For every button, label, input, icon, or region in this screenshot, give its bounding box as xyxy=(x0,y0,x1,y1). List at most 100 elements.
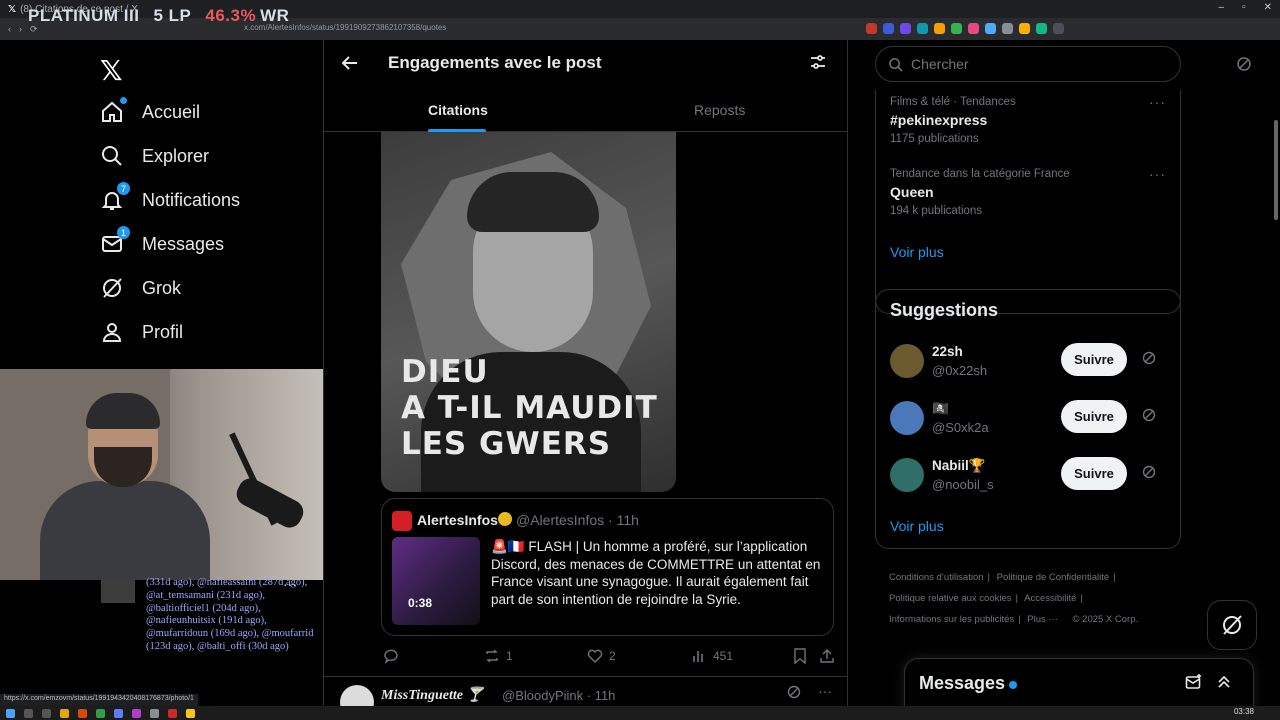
suggestion-row[interactable]: 🏴‍☠️ @S0xk2a Suivre xyxy=(890,399,1170,439)
extension-icon[interactable] xyxy=(883,23,894,34)
block-icon[interactable] xyxy=(1142,408,1156,427)
reply-button[interactable] xyxy=(383,648,399,664)
taskbar-app-icon[interactable] xyxy=(96,708,105,718)
taskbar-app-icon[interactable] xyxy=(132,708,141,718)
taskbar-app-icon[interactable] xyxy=(42,708,51,718)
nav-item-home[interactable]: Accueil xyxy=(100,97,200,124)
like-button[interactable]: 2 xyxy=(587,648,616,664)
more-options-icon[interactable]: ··· xyxy=(818,683,832,699)
trend-title[interactable]: #pekinexpress xyxy=(890,112,1016,128)
embedded-video-thumbnail[interactable]: 0:38 xyxy=(392,537,480,625)
minimize-icon[interactable]: – xyxy=(1219,2,1225,13)
messages-drawer-title[interactable]: Messages xyxy=(919,673,1005,694)
heart-icon xyxy=(587,649,603,663)
taskbar-app-icon[interactable] xyxy=(150,708,159,718)
search-box[interactable] xyxy=(875,46,1181,82)
tab-reposts[interactable]: Reposts xyxy=(694,102,745,118)
views-button[interactable]: 451 xyxy=(691,648,733,664)
embedded-author-name[interactable]: AlertesInfos xyxy=(417,512,498,528)
windows-start-icon[interactable] xyxy=(6,708,15,718)
footer-link[interactable]: Accessibilité xyxy=(1024,593,1076,604)
follow-button[interactable]: Suivre xyxy=(1061,400,1127,433)
grok-button[interactable] xyxy=(1207,600,1257,650)
status-url: https://x.com/emzovm/status/199194342040… xyxy=(0,694,198,706)
rank-tier: PLATINUM III xyxy=(28,6,140,25)
alertesinfos-avatar[interactable] xyxy=(392,511,412,531)
footer-link[interactable]: Conditions d’utilisation xyxy=(889,572,984,583)
extension-icon[interactable] xyxy=(1019,23,1030,34)
avatar[interactable] xyxy=(890,401,924,435)
quote-post-image[interactable]: DIEU A T-IL MAUDIT LES GWERS xyxy=(381,132,676,492)
taskbar-app-icon[interactable] xyxy=(78,708,87,718)
rank-lp: 5 LP xyxy=(153,6,192,25)
suggestion-name[interactable]: Nabiil🏆 xyxy=(932,458,986,474)
new-message-icon[interactable] xyxy=(1185,673,1203,696)
follow-button[interactable]: Suivre xyxy=(1061,343,1127,376)
post-author-handle: @BloodyPiink · 11h xyxy=(502,688,616,703)
extension-icon[interactable] xyxy=(917,23,928,34)
follow-button[interactable]: Suivre xyxy=(1061,457,1127,490)
nav-item-profile[interactable]: Profil xyxy=(100,320,183,344)
nav-label: Profil xyxy=(142,321,184,342)
forward-nav-icon[interactable]: › xyxy=(19,24,22,34)
back-arrow-icon[interactable] xyxy=(340,53,360,79)
search-icon[interactable] xyxy=(24,708,33,718)
post-author-name[interactable]: MissTinguette 🍸 xyxy=(381,687,484,704)
x-logo-icon[interactable]: 𝕏 xyxy=(100,54,123,87)
trend-item[interactable]: Films & télé · Tendances #pekinexpress 1… xyxy=(890,96,1016,145)
back-nav-icon[interactable]: ‹ xyxy=(8,24,11,34)
avatar[interactable] xyxy=(890,344,924,378)
footer-link[interactable]: Informations sur les publicités xyxy=(889,614,1014,625)
scrollbar[interactable] xyxy=(1272,40,1280,720)
suggestion-row[interactable]: 22sh @0x22sh Suivre xyxy=(890,342,1170,382)
suggestion-row[interactable]: Nabiil🏆 @noobil_s Suivre xyxy=(890,456,1170,496)
avatar[interactable] xyxy=(890,458,924,492)
close-icon[interactable]: ✕ xyxy=(1264,2,1272,13)
more-options-icon[interactable]: ··· xyxy=(1149,94,1166,110)
trend-item[interactable]: Tendance dans la catégorie France Queen … xyxy=(890,168,1070,217)
extension-icon[interactable] xyxy=(934,23,945,34)
taskbar-app-icon[interactable] xyxy=(186,708,195,718)
nav-item-notifications[interactable]: 7 Notifications xyxy=(100,182,240,212)
tab-citations[interactable]: Citations xyxy=(428,102,488,118)
block-icon[interactable] xyxy=(787,685,801,704)
embedded-post[interactable]: AlertesInfos @AlertesInfos · 11h 0:38 🚨🇫… xyxy=(381,498,834,636)
extension-icon[interactable] xyxy=(1053,23,1064,34)
search-input[interactable] xyxy=(911,56,1161,72)
repost-button[interactable]: 1 xyxy=(484,648,513,664)
trend-title[interactable]: Queen xyxy=(890,184,1070,200)
chevron-up-icon[interactable] xyxy=(1215,673,1233,696)
extension-icon[interactable] xyxy=(1002,23,1013,34)
extension-icon[interactable] xyxy=(866,23,877,34)
block-icon[interactable] xyxy=(1142,351,1156,370)
trends-see-more-link[interactable]: Voir plus xyxy=(890,244,944,260)
extension-icon[interactable] xyxy=(900,23,911,34)
footer-link[interactable]: Politique de Confidentialité xyxy=(997,572,1110,583)
suggestions-see-more-link[interactable]: Voir plus xyxy=(890,518,944,534)
extension-icon[interactable] xyxy=(1036,23,1047,34)
more-options-icon[interactable]: ··· xyxy=(283,576,297,592)
extension-icon[interactable] xyxy=(968,23,979,34)
suggestion-name[interactable]: 🏴‍☠️ xyxy=(932,401,949,417)
maximize-icon[interactable]: ▫ xyxy=(1242,2,1246,13)
bookmark-button[interactable] xyxy=(793,648,807,664)
settings-sliders-icon[interactable] xyxy=(809,53,827,76)
block-icon[interactable] xyxy=(1142,465,1156,484)
scrollbar-thumb[interactable] xyxy=(1274,120,1278,220)
taskbar-app-icon[interactable] xyxy=(60,708,69,718)
embedded-post-text: 🚨🇫🇷 FLASH | Un homme a proféré, sur l’ap… xyxy=(491,539,821,607)
nav-item-messages[interactable]: 1 Messages xyxy=(100,226,224,256)
extension-icon[interactable] xyxy=(985,23,996,34)
taskbar-app-icon[interactable] xyxy=(114,708,123,718)
footer-more-link[interactable]: Plus ··· xyxy=(1027,614,1058,625)
nav-item-grok[interactable]: Grok xyxy=(100,276,181,300)
block-icon[interactable] xyxy=(1236,56,1252,77)
share-icon xyxy=(820,649,834,663)
share-button[interactable] xyxy=(819,648,835,664)
suggestion-name[interactable]: 22sh xyxy=(932,344,963,359)
nav-item-explore[interactable]: Explorer xyxy=(100,144,209,168)
footer-link[interactable]: Politique relative aux cookies xyxy=(889,593,1012,604)
more-options-icon[interactable]: ··· xyxy=(1149,166,1166,182)
taskbar-app-icon[interactable] xyxy=(168,708,177,718)
extension-icon[interactable] xyxy=(951,23,962,34)
